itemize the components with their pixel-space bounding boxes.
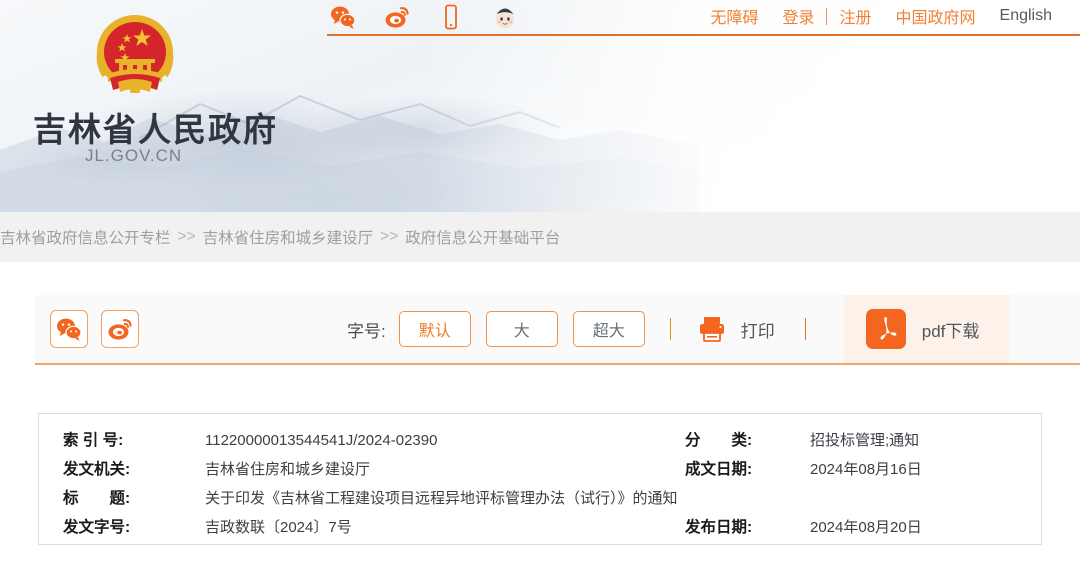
site-header: 吉林省人民政府 JL.GOV.CN 无障碍 登录 注册 中国政府网 Englis… xyxy=(0,0,1080,212)
meta-label-index-number: 索 引 号: xyxy=(63,432,124,449)
meta-label-category: 分 类: xyxy=(685,432,753,449)
toolbar-divider-2 xyxy=(804,318,806,340)
weibo-share-icon[interactable] xyxy=(101,310,139,348)
meta-value-written-date: 2024年08月16日 xyxy=(810,461,922,478)
link-login[interactable]: 登录 xyxy=(770,4,826,28)
document-meta-grid: 索 引 号: 11220000013544541J/2024-02390 分 类… xyxy=(39,414,1041,541)
link-accessibility[interactable]: 无障碍 xyxy=(698,4,770,28)
header-accent-rule xyxy=(327,34,1080,36)
printer-icon xyxy=(699,317,724,342)
meta-label-publish-date: 发布日期: xyxy=(685,519,753,536)
breadcrumb-separator: >> xyxy=(177,228,196,245)
meta-label-document-number: 发文字号: xyxy=(63,519,131,536)
breadcrumb-separator: >> xyxy=(380,228,399,245)
breadcrumb: 吉林省政府信息公开专栏 >> 吉林省住房和城乡建设厅 >> 政府信息公开基础平台 xyxy=(0,212,560,262)
meta-label-issuing-agency: 发文机关: xyxy=(63,461,131,478)
weibo-icon[interactable] xyxy=(384,4,410,30)
page-root: 吉林省人民政府 JL.GOV.CN 无障碍 登录 注册 中国政府网 Englis… xyxy=(0,0,1080,567)
font-size-default-button[interactable]: 默认 xyxy=(398,311,471,347)
china-national-emblem-icon xyxy=(96,15,174,93)
share-icon-group xyxy=(50,310,139,348)
site-title: 吉林省人民政府 xyxy=(33,111,278,148)
article-toolbar: 字号: 默认 大 超大 打印 pdf下载 xyxy=(35,295,1080,365)
toolbar-divider xyxy=(669,318,671,340)
print-label: 打印 xyxy=(740,321,775,341)
meta-value-category: 招投标管理;通知 xyxy=(810,432,920,449)
mobile-phone-icon[interactable] xyxy=(438,4,464,30)
font-size-label: 字号: xyxy=(347,321,386,341)
breadcrumb-band: 吉林省政府信息公开专栏 >> 吉林省住房和城乡建设厅 >> 政府信息公开基础平台 xyxy=(0,212,1080,262)
header-utility-links: 无障碍 登录 注册 中国政府网 English xyxy=(698,1,1064,31)
wechat-share-icon[interactable] xyxy=(50,310,88,348)
font-size-large-button[interactable]: 大 xyxy=(485,311,558,347)
meta-value-publish-date: 2024年08月20日 xyxy=(810,519,922,536)
print-button[interactable]: 打印 xyxy=(697,314,775,344)
meta-label-title: 标 题: xyxy=(63,490,131,507)
document-meta-card: 索 引 号: 11220000013544541J/2024-02390 分 类… xyxy=(38,413,1042,545)
font-size-xlarge-button[interactable]: 超大 xyxy=(572,311,645,347)
mascot-avatar-icon[interactable] xyxy=(492,4,518,30)
meta-value-document-number: 吉政数联〔2024〕7号 xyxy=(205,519,352,536)
header-fade-overlay xyxy=(420,0,1080,212)
meta-label-written-date: 成文日期: xyxy=(685,461,753,478)
meta-value-title: 关于印发《吉林省工程建设项目远程异地评标管理办法（试行）》的通知 xyxy=(205,490,678,507)
header-social-icons xyxy=(330,2,518,32)
font-size-control: 字号: 默认 大 超大 xyxy=(347,311,660,347)
link-gov-cn[interactable]: 中国政府网 xyxy=(884,4,988,28)
pdf-icon xyxy=(865,309,906,349)
pdf-download-label: pdf下载 xyxy=(921,321,980,341)
pdf-download-button[interactable]: pdf下载 xyxy=(843,295,1010,363)
link-english[interactable]: English xyxy=(988,7,1064,25)
meta-value-issuing-agency: 吉林省住房和城乡建设厅 xyxy=(205,461,371,478)
breadcrumb-item-1[interactable]: 吉林省政府信息公开专栏 xyxy=(0,226,171,248)
link-register[interactable]: 注册 xyxy=(827,4,883,28)
breadcrumb-item-3[interactable]: 政府信息公开基础平台 xyxy=(405,226,560,248)
site-domain: JL.GOV.CN xyxy=(85,146,183,165)
breadcrumb-item-2[interactable]: 吉林省住房和城乡建设厅 xyxy=(203,226,374,248)
meta-value-index-number: 11220000013544541J/2024-02390 xyxy=(205,432,438,449)
wechat-icon[interactable] xyxy=(330,4,356,30)
